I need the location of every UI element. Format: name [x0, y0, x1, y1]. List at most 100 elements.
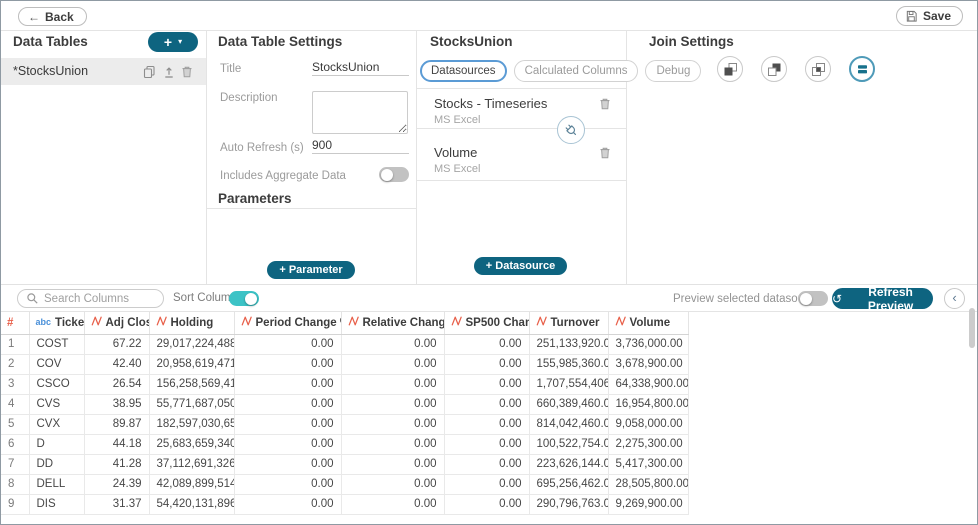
- data-table-list-item[interactable]: *StocksUnion: [1, 58, 206, 85]
- cell: 44.18: [84, 434, 149, 454]
- chevron-left-icon: ‹: [952, 290, 956, 305]
- cell: 0.00: [341, 454, 444, 474]
- inner-join-icon[interactable]: [805, 56, 831, 82]
- cell: 16,954,800.00: [608, 394, 688, 414]
- auto-refresh-input[interactable]: [312, 137, 409, 154]
- add-parameter-button[interactable]: + Parameter: [267, 261, 355, 279]
- datasource-item-name[interactable]: Stocks - Timeseries: [434, 96, 547, 111]
- cell: 182,597,030,658.35: [149, 414, 234, 434]
- cell: 100,522,754.00: [529, 434, 608, 454]
- table-row: 3CSCO26.54156,258,569,411.540.000.000.00…: [1, 374, 688, 394]
- column-header-holding[interactable]: Holding: [149, 312, 234, 334]
- join-connector-icon[interactable]: [557, 116, 585, 144]
- column-header-[interactable]: #: [1, 312, 29, 334]
- table-row: 8DELL24.3942,089,899,514.560.000.000.006…: [1, 474, 688, 494]
- cell: 156,258,569,411.54: [149, 374, 234, 394]
- cell: 2,275,300.00: [608, 434, 688, 454]
- vertical-scrollbar[interactable]: [969, 308, 975, 348]
- row-index-cell: 3: [1, 374, 29, 394]
- cell: CVS: [29, 394, 84, 414]
- cell: 0.00: [341, 334, 444, 354]
- tab-calculated-columns[interactable]: Calculated Columns: [514, 60, 639, 82]
- cell: 5,417,300.00: [608, 454, 688, 474]
- description-input[interactable]: [312, 91, 408, 134]
- cell: 0.00: [234, 374, 341, 394]
- export-icon[interactable]: [162, 65, 176, 79]
- cell: 0.00: [234, 414, 341, 434]
- cell: 0.00: [444, 454, 529, 474]
- auto-refresh-label: Auto Refresh (s): [220, 142, 304, 154]
- save-button[interactable]: Save: [896, 6, 963, 26]
- column-header-relative-change[interactable]: Relative Change: [341, 312, 444, 334]
- cell: 0.00: [444, 494, 529, 514]
- cell: 0.00: [234, 334, 341, 354]
- column-header-ticker[interactable]: abcTicker: [29, 312, 84, 334]
- column-header-turnover[interactable]: Turnover: [529, 312, 608, 334]
- delete-icon[interactable]: [180, 65, 194, 79]
- column-header-period-change[interactable]: Period Change %: [234, 312, 341, 334]
- tab-debug[interactable]: Debug: [645, 60, 701, 82]
- cell: 0.00: [234, 474, 341, 494]
- cell: 26.54: [84, 374, 149, 394]
- union-join-icon[interactable]: [849, 56, 875, 82]
- search-columns-input[interactable]: [44, 293, 154, 305]
- datasource-item-name[interactable]: Volume: [434, 145, 477, 160]
- cell: 0.00: [341, 374, 444, 394]
- add-datasource-button[interactable]: + Datasource: [474, 257, 567, 275]
- title-input[interactable]: [312, 59, 409, 76]
- cell: 0.00: [341, 494, 444, 514]
- preview-selected-toggle[interactable]: [798, 291, 828, 306]
- datasource-item-type: MS Excel: [434, 114, 480, 126]
- cell: 251,133,920.00: [529, 334, 608, 354]
- column-header-sp500-change[interactable]: SP500 Change: [444, 312, 529, 334]
- cell: 0.00: [234, 494, 341, 514]
- aggregate-data-toggle[interactable]: [379, 167, 409, 182]
- right-join-icon[interactable]: [761, 56, 787, 82]
- column-header-adj-close[interactable]: Adj Close: [84, 312, 149, 334]
- numeric-type-icon: [451, 318, 462, 330]
- left-join-icon[interactable]: [717, 56, 743, 82]
- cell: COST: [29, 334, 84, 354]
- preview-section: Sort Columns Preview selected datasource…: [1, 284, 977, 525]
- save-button-label: Save: [923, 9, 951, 23]
- cell: DIS: [29, 494, 84, 514]
- cell: 0.00: [341, 474, 444, 494]
- collapse-panel-button[interactable]: ‹: [944, 288, 965, 309]
- cell: 55,771,687,050.00: [149, 394, 234, 414]
- cell: 37,112,691,326.40: [149, 454, 234, 474]
- cell: 67.22: [84, 334, 149, 354]
- duplicate-icon[interactable]: [143, 65, 157, 79]
- delete-datasource-icon[interactable]: [598, 146, 612, 160]
- cell: 20,958,619,471.20: [149, 354, 234, 374]
- cell: 25,683,659,340.88: [149, 434, 234, 454]
- cell: 0.00: [234, 354, 341, 374]
- tab-datasources[interactable]: Datasources: [420, 60, 507, 82]
- data-table-name: *StocksUnion: [13, 64, 88, 78]
- plus-icon: +: [164, 35, 172, 49]
- tabs-divider: [417, 88, 626, 89]
- sort-columns-toggle[interactable]: [229, 291, 259, 306]
- delete-datasource-icon[interactable]: [598, 97, 612, 111]
- cell: 64,338,900.00: [608, 374, 688, 394]
- save-icon: [905, 9, 918, 23]
- add-data-table-button[interactable]: + ▾: [148, 32, 198, 52]
- back-button[interactable]: ← Back: [18, 7, 87, 26]
- cell: 29,017,224,488.42: [149, 334, 234, 354]
- cell: 814,042,460.00: [529, 414, 608, 434]
- column-header-volume[interactable]: Volume: [608, 312, 688, 334]
- back-arrow-icon: ←: [28, 10, 40, 24]
- preview-table: #abcTickerAdj CloseHoldingPeriod Change …: [1, 312, 689, 515]
- cell: 0.00: [341, 414, 444, 434]
- refresh-preview-button[interactable]: ↺ Refresh Preview: [832, 288, 933, 309]
- numeric-type-icon: [91, 318, 102, 330]
- cell: DD: [29, 454, 84, 474]
- table-row: 4CVS38.9555,771,687,050.000.000.000.0066…: [1, 394, 688, 414]
- join-type-options: [717, 56, 875, 82]
- table-head: #abcTickerAdj CloseHoldingPeriod Change …: [1, 312, 688, 334]
- panel-divider: [206, 31, 207, 284]
- cell: 0.00: [341, 354, 444, 374]
- cell: 0.00: [234, 454, 341, 474]
- parameters-section-title: Parameters: [218, 191, 292, 206]
- datasources-panel-title: StocksUnion: [430, 34, 513, 49]
- search-columns-field[interactable]: [17, 289, 164, 308]
